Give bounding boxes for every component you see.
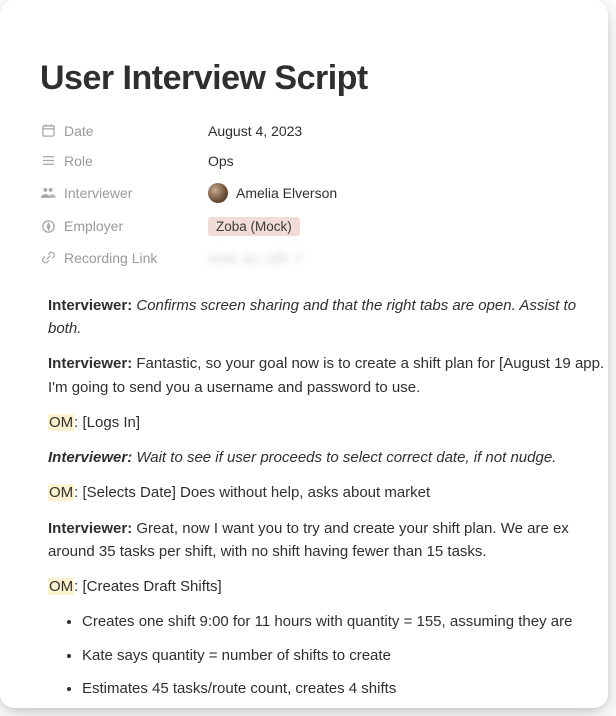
prop-employer-value[interactable]: Zoba (Mock) [208,217,608,236]
transcript-line: Interviewer: Great, now I want you to tr… [48,517,608,564]
prop-label-text: Employer [64,218,123,234]
speaker-text: Fantastic, so your goal now is to create… [48,355,604,395]
prop-interviewer-value[interactable]: Amelia Elverson [208,183,608,203]
link-icon [40,250,56,266]
prop-date-value[interactable]: August 4, 2023 [208,123,608,139]
transcript-line: OM: [Selects Date] Does without help, as… [48,481,608,504]
employer-tag: Zoba (Mock) [208,217,300,236]
prop-employer-label[interactable]: Employer [40,218,208,234]
prop-interviewer-label[interactable]: Interviewer [40,185,208,201]
prop-label-text: Recording Link [64,250,157,266]
list-item: Creates one shift 9:00 for 11 hours with… [82,610,608,633]
prop-label-text: Interviewer [64,185,132,201]
transcript-line: Interviewer: Confirms screen sharing and… [48,294,608,341]
page-title: User Interview Script [40,58,608,99]
speaker-label: Interviewer: [48,297,132,314]
om-highlight: OM [48,484,74,501]
prop-label-text: Role [64,153,93,169]
speaker-text: : [Creates Draft Shifts] [74,578,222,595]
speaker-text: : [Logs In] [74,414,140,431]
transcript-line: Interviewer: Wait to see if user proceed… [48,446,608,469]
prop-recording-value[interactable]: xnw ac ofk 7 [208,250,608,266]
prop-role-label[interactable]: Role [40,153,208,169]
calendar-icon [40,123,56,139]
prop-date-label[interactable]: Date [40,123,208,139]
speaker-label: Interviewer: [48,449,132,466]
prop-role-value[interactable]: Ops [208,153,608,169]
transcript-line: OM: [Logs In] [48,411,608,434]
people-icon [40,185,56,201]
bullet-list: Creates one shift 9:00 for 11 hours with… [48,610,608,700]
properties-block: Date August 4, 2023 Role Ops [40,123,608,266]
transcript-line: Interviewer: Fantastic, so your goal now… [48,352,608,399]
prop-recording-label[interactable]: Recording Link [40,250,208,266]
transcript-line: OM: [Creates Draft Shifts] [48,575,608,598]
om-highlight: OM [48,414,74,431]
prop-label-text: Date [64,123,94,139]
list-icon [40,153,56,169]
speaker-label: Interviewer: [48,355,132,372]
speaker-text: : [Selects Date] Does without help, asks… [74,484,430,501]
speaker-label: Interviewer: [48,520,132,537]
list-item: Estimates 45 tasks/route count, creates … [82,677,608,700]
list-item: Kate says quantity = number of shifts to… [82,644,608,667]
transcript-body: Interviewer: Confirms screen sharing and… [40,294,608,700]
speaker-text: Wait to see if user proceeds to select c… [136,449,556,466]
document-page: User Interview Script Date August 4, 202… [0,0,608,708]
om-highlight: OM [48,578,74,595]
target-icon [40,218,56,234]
redacted-text: xnw ac ofk 7 [208,250,304,266]
avatar [208,183,228,203]
